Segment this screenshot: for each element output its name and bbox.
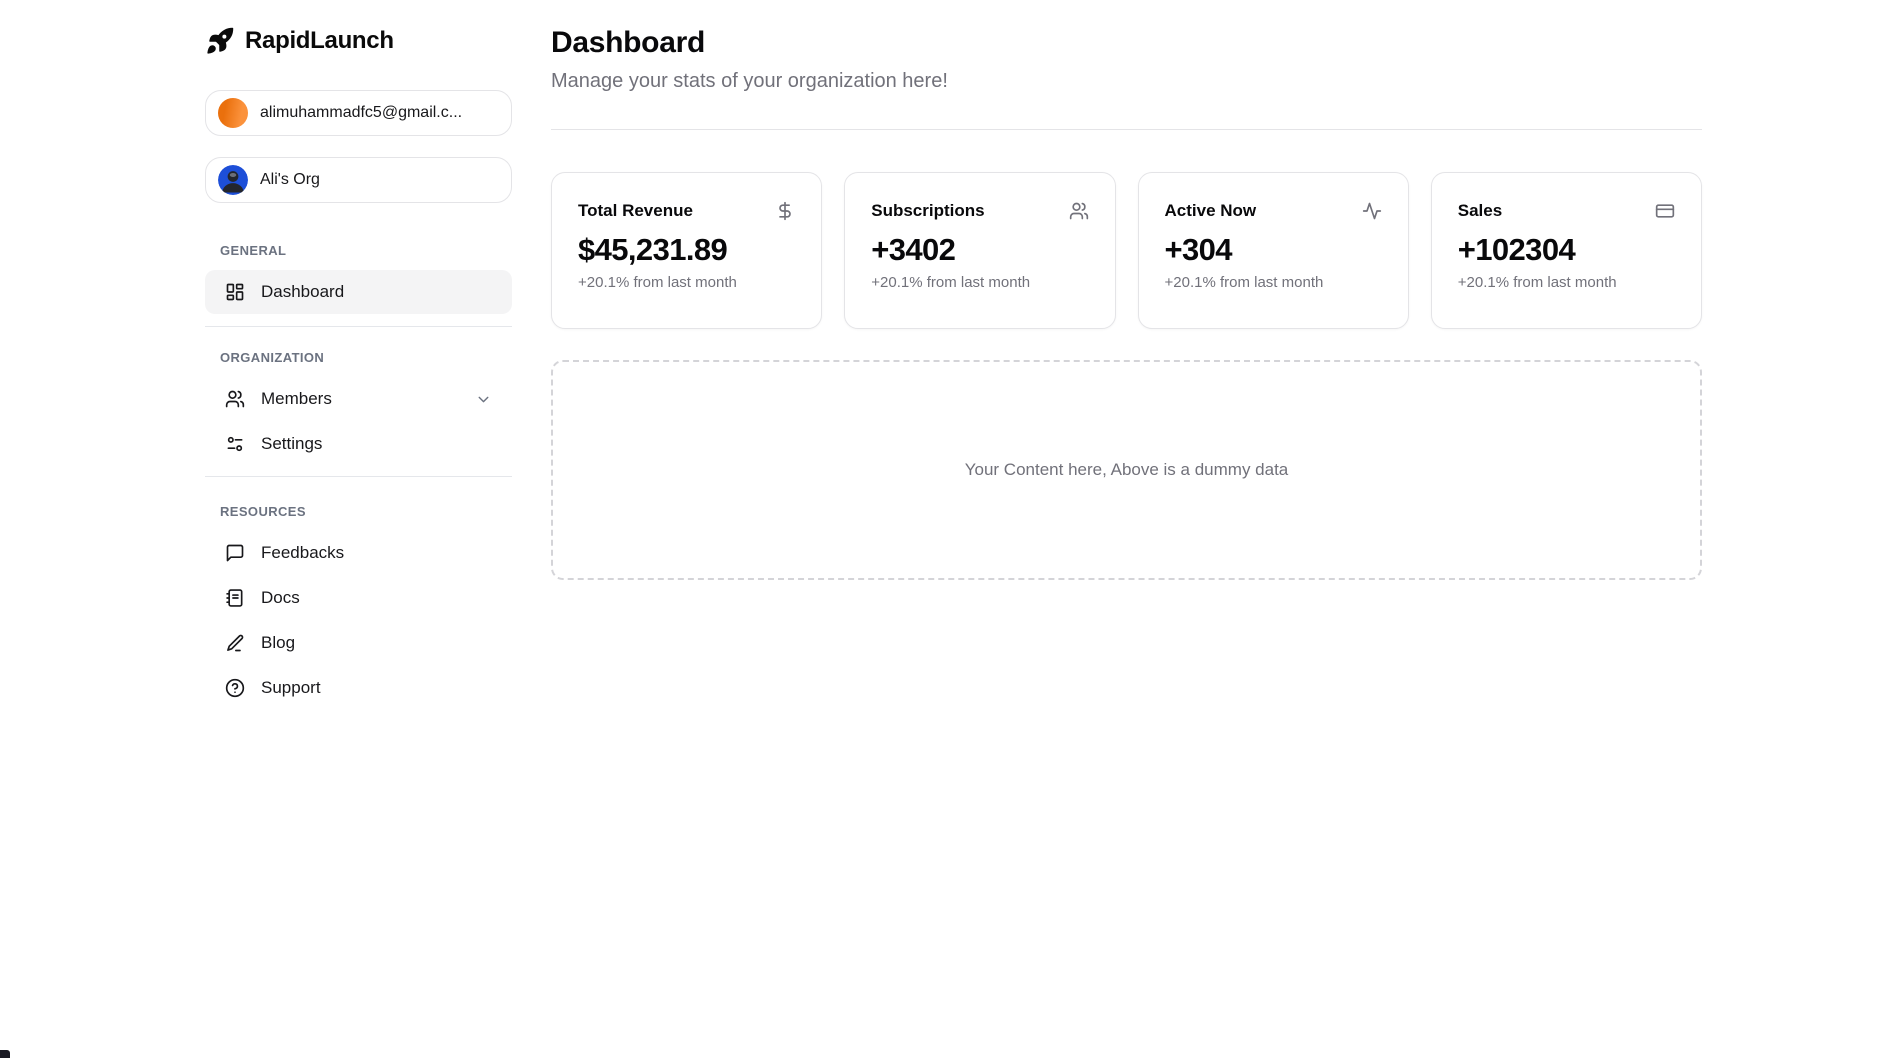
dev-tools-badge[interactable] xyxy=(0,1050,10,1058)
account-switcher[interactable]: alimuhammadfc5@gmail.c... xyxy=(205,90,512,136)
sidebar-item-blog[interactable]: Blog xyxy=(205,621,512,665)
stat-cards: Total Revenue $45,231.89 +20.1% from las… xyxy=(551,172,1702,329)
sidebar-item-label: Support xyxy=(261,678,321,698)
layout-dashboard-icon xyxy=(225,282,245,302)
sidebar-section-resources: RESOURCES Feedbacks Docs xyxy=(205,504,512,710)
users-icon xyxy=(1069,201,1089,221)
rocket-icon xyxy=(205,26,235,56)
page-title: Dashboard xyxy=(551,26,1702,60)
message-square-icon xyxy=(225,543,245,563)
account-email: alimuhammadfc5@gmail.c... xyxy=(260,104,462,122)
section-label-resources: RESOURCES xyxy=(220,504,512,519)
sidebar-section-general: GENERAL Dashboard xyxy=(205,243,512,314)
docs-book-icon xyxy=(225,588,245,608)
stat-change: +20.1% from last month xyxy=(871,274,1088,291)
app-name: RapidLaunch xyxy=(245,27,394,55)
page-subtitle: Manage your stats of your organization h… xyxy=(551,70,1702,93)
activity-icon xyxy=(1362,201,1382,221)
sidebar-item-label: Members xyxy=(261,389,332,409)
stat-label: Sales xyxy=(1458,201,1502,221)
dollar-sign-icon xyxy=(775,201,795,221)
stat-card-total-revenue: Total Revenue $45,231.89 +20.1% from las… xyxy=(551,172,822,329)
pen-icon xyxy=(225,633,245,653)
sidebar-item-dashboard[interactable]: Dashboard xyxy=(205,270,512,314)
account-avatar xyxy=(218,98,248,128)
section-label-general: GENERAL xyxy=(220,243,512,258)
stat-label: Total Revenue xyxy=(578,201,693,221)
credit-card-icon xyxy=(1655,201,1675,221)
chevron-down-icon xyxy=(475,391,492,408)
sidebar-item-support[interactable]: Support xyxy=(205,666,512,710)
stat-value: $45,231.89 xyxy=(578,232,795,268)
content-placeholder-text: Your Content here, Above is a dummy data xyxy=(965,460,1289,480)
sidebar-divider xyxy=(205,326,512,327)
sidebar-item-label: Blog xyxy=(261,633,295,653)
stat-card-active-now: Active Now +304 +20.1% from last month xyxy=(1138,172,1409,329)
stat-value: +304 xyxy=(1165,232,1382,268)
sidebar-item-members[interactable]: Members xyxy=(205,377,512,421)
sidebar-item-feedbacks[interactable]: Feedbacks xyxy=(205,531,512,575)
stat-label: Active Now xyxy=(1165,201,1257,221)
stat-card-subscriptions: Subscriptions +3402 +20.1% from last mon… xyxy=(844,172,1115,329)
stat-card-sales: Sales +102304 +20.1% from last month xyxy=(1431,172,1702,329)
header-divider xyxy=(551,129,1702,130)
app-logo[interactable]: RapidLaunch xyxy=(205,26,512,56)
sidebar-item-label: Settings xyxy=(261,434,322,454)
users-icon xyxy=(225,389,245,409)
sidebar-section-organization: ORGANIZATION Members xyxy=(205,350,512,466)
stat-change: +20.1% from last month xyxy=(1165,274,1382,291)
org-switcher[interactable]: Ali's Org xyxy=(205,157,512,203)
content-placeholder-box: Your Content here, Above is a dummy data xyxy=(551,360,1702,580)
sidebar-item-docs[interactable]: Docs xyxy=(205,576,512,620)
sidebar-item-settings[interactable]: Settings xyxy=(205,422,512,466)
settings-icon xyxy=(225,434,245,454)
org-name: Ali's Org xyxy=(260,171,320,189)
sidebar-item-label: Docs xyxy=(261,588,300,608)
stat-change: +20.1% from last month xyxy=(1458,274,1675,291)
stat-change: +20.1% from last month xyxy=(578,274,795,291)
main-content: Dashboard Manage your stats of your orga… xyxy=(512,0,1899,1058)
section-label-organization: ORGANIZATION xyxy=(220,350,512,365)
sidebar-item-label: Dashboard xyxy=(261,282,344,302)
help-circle-icon xyxy=(225,678,245,698)
stat-value: +3402 xyxy=(871,232,1088,268)
sidebar-item-label: Feedbacks xyxy=(261,543,344,563)
sidebar: RapidLaunch alimuhammadfc5@gmail.c... Al… xyxy=(0,0,512,1058)
stat-value: +102304 xyxy=(1458,232,1675,268)
sidebar-divider xyxy=(205,476,512,477)
org-avatar xyxy=(218,165,248,195)
app-root: RapidLaunch alimuhammadfc5@gmail.c... Al… xyxy=(0,0,1899,1058)
stat-label: Subscriptions xyxy=(871,201,984,221)
